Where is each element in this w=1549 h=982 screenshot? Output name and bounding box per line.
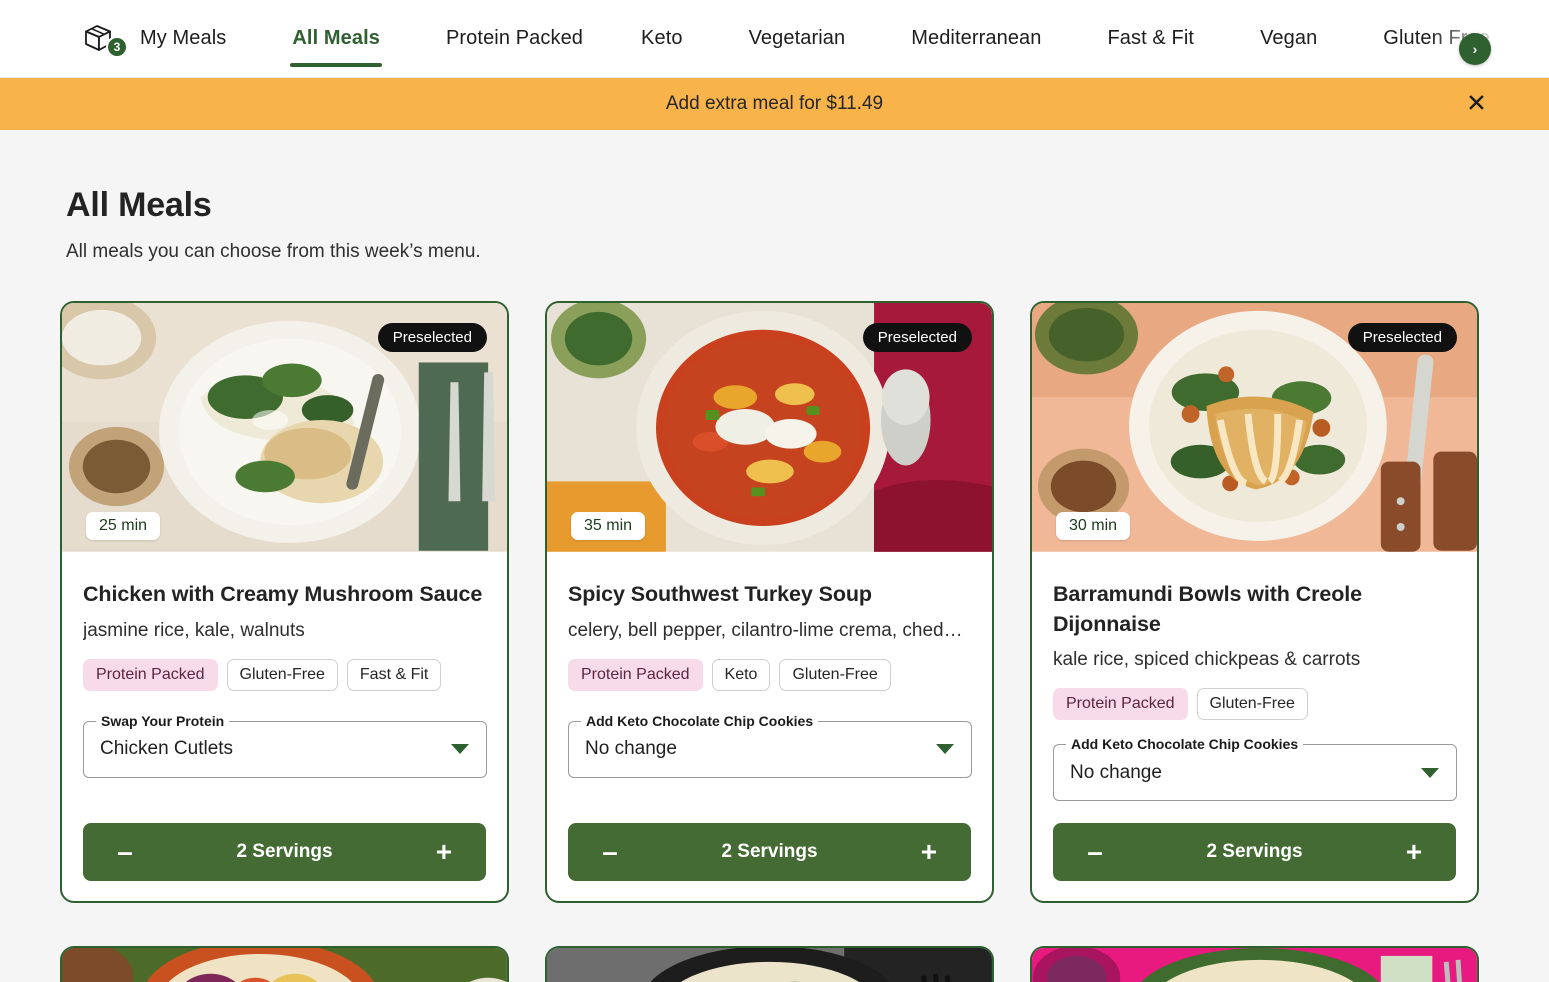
add-cookies-select[interactable]: Add Keto Chocolate Chip Cookies No chang… [568,712,972,778]
add-cookies-value: No change [585,738,677,760]
preselected-badge: Preselected [1347,323,1457,352]
nav-item-protein-packed[interactable]: Protein Packed [444,0,585,77]
meal-sides: kale rice, spiced chickpeas & carrots [1053,649,1361,671]
page-subtitle: All meals you can choose from this week’… [66,241,481,262]
increase-servings-button[interactable]: + [424,838,464,866]
meal-title: Chicken with Creamy Mushroom Sauce [83,582,483,606]
category-nav-bar: 3 My Meals All Meals Protein Packed Keto… [0,0,1549,78]
page-title: All Meals [66,186,212,224]
promo-banner-text: Add extra meal for $11.49 [665,93,884,114]
meal-sides: jasmine rice, kale, walnuts [83,619,305,641]
meal-card-body: Spicy Southwest Turkey Soup celery, bell… [547,554,992,801]
nav-item-my-meals-label: My Meals [140,27,227,49]
meal-tag: Keto [711,658,771,691]
cook-time-badge: 35 min [571,512,646,540]
meal-tag: Protein Packed [1053,688,1188,721]
meal-image: Preselected 25 min [62,303,507,554]
meal-photo-noodles [1032,948,1477,982]
my-meals-count-badge: 3 [106,35,128,58]
meal-tags: Protein Packed Gluten-Free [1053,688,1457,721]
swap-protein-select[interactable]: Swap Your Protein Chicken Cutlets [83,712,487,778]
nav-item-vegetarian[interactable]: Vegetarian [747,0,848,77]
decrease-servings-button[interactable]: – [1075,838,1115,866]
nav-item-fast-and-fit-label: Fast & Fit [1107,27,1195,49]
meal-card[interactable] [1030,946,1479,982]
meal-title: Barramundi Bowls with Creole Dijonnaise [1053,582,1363,636]
package-box-icon: 3 [82,22,128,58]
meal-tags: Protein Packed Gluten-Free Fast & Fit [83,658,487,691]
close-icon[interactable]: ✕ [1466,91,1487,117]
add-cookies-select[interactable]: Add Keto Chocolate Chip Cookies No chang… [1053,736,1457,802]
add-cookies-value: No change [1070,761,1162,783]
meal-image: Preselected 35 min [547,303,992,554]
servings-label: 2 Servings [721,841,818,863]
meal-title: Spicy Southwest Turkey Soup [568,582,872,606]
meal-photo-grain-bowl [547,948,992,982]
chevron-down-icon [1421,767,1439,778]
chevron-right-icon: › [1472,41,1478,57]
meal-card[interactable]: Preselected 25 min Chicken with Creamy M… [60,301,509,904]
nav-item-vegan[interactable]: Vegan [1258,0,1319,77]
nav-item-mediterranean[interactable]: Mediterranean [909,0,1043,77]
cook-time-badge: 25 min [86,512,161,540]
nav-item-all-meals[interactable]: All Meals [290,0,382,77]
chevron-down-icon [936,744,954,755]
decrease-servings-button[interactable]: – [590,838,630,866]
nav-item-keto[interactable]: Keto [639,0,685,77]
meal-card-body: Chicken with Creamy Mushroom Sauce jasmi… [62,554,507,801]
meal-card-grid-row-2 [0,946,1549,982]
meal-card[interactable] [545,946,994,982]
nav-item-keto-label: Keto [641,27,683,49]
nav-item-vegan-label: Vegan [1260,27,1318,49]
meal-tag: Protein Packed [568,658,703,691]
preselected-badge: Preselected [862,323,972,352]
meal-tag: Gluten-Free [779,658,891,691]
add-cookies-label: Add Keto Chocolate Chip Cookies [581,712,819,729]
meal-tag: Gluten-Free [1196,688,1308,721]
swap-protein-value: Chicken Cutlets [100,738,234,760]
increase-servings-button[interactable]: + [909,838,949,866]
decrease-servings-button[interactable]: – [105,838,145,866]
promo-banner: Add extra meal for $11.49 ✕ [0,78,1549,130]
meal-tag: Gluten-Free [226,658,338,691]
servings-stepper: – 2 Servings + [83,823,486,882]
chevron-down-icon [451,744,469,755]
nav-item-vegetarian-label: Vegetarian [748,27,846,49]
meal-image: Preselected 30 min [1032,303,1477,554]
nav-items: 3 My Meals All Meals Protein Packed Keto… [80,0,1492,77]
meal-card[interactable] [60,946,509,982]
page-header: All Meals All meals you can choose from … [0,130,1549,263]
meal-card-body: Barramundi Bowls with Creole Dijonnaise … [1032,554,1477,802]
meal-photo-slaw-bowl [62,948,507,982]
cook-time-badge: 30 min [1056,512,1131,540]
nav-item-protein-packed-label: Protein Packed [445,27,584,49]
nav-item-fast-and-fit[interactable]: Fast & Fit [1105,0,1196,77]
servings-label: 2 Servings [236,841,333,863]
swap-protein-label: Swap Your Protein [96,712,230,729]
meal-sides: celery, bell pepper, cilantro-lime crema… [568,619,972,641]
nav-item-all-meals-label: All Meals [292,27,380,49]
meal-tag: Fast & Fit [346,658,442,691]
nav-scroll-right-button[interactable]: › [1459,33,1491,65]
preselected-badge: Preselected [377,323,487,352]
meal-card-grid: Preselected 25 min Chicken with Creamy M… [0,301,1549,904]
add-cookies-label: Add Keto Chocolate Chip Cookies [1066,736,1304,753]
meal-card[interactable]: Preselected 30 min Barramundi Bowls with… [1030,301,1479,904]
servings-stepper: – 2 Servings + [1053,823,1456,882]
increase-servings-button[interactable]: + [1394,838,1434,866]
meal-tag: Protein Packed [83,658,218,691]
servings-stepper: – 2 Servings + [568,823,971,882]
meal-tags: Protein Packed Keto Gluten-Free [568,658,972,691]
nav-item-mediterranean-label: Mediterranean [911,27,1042,49]
servings-label: 2 Servings [1206,841,1303,863]
meal-card[interactable]: Preselected 35 min Spicy Southwest Turke… [545,301,994,904]
nav-item-my-meals[interactable]: 3 My Meals [80,0,228,77]
